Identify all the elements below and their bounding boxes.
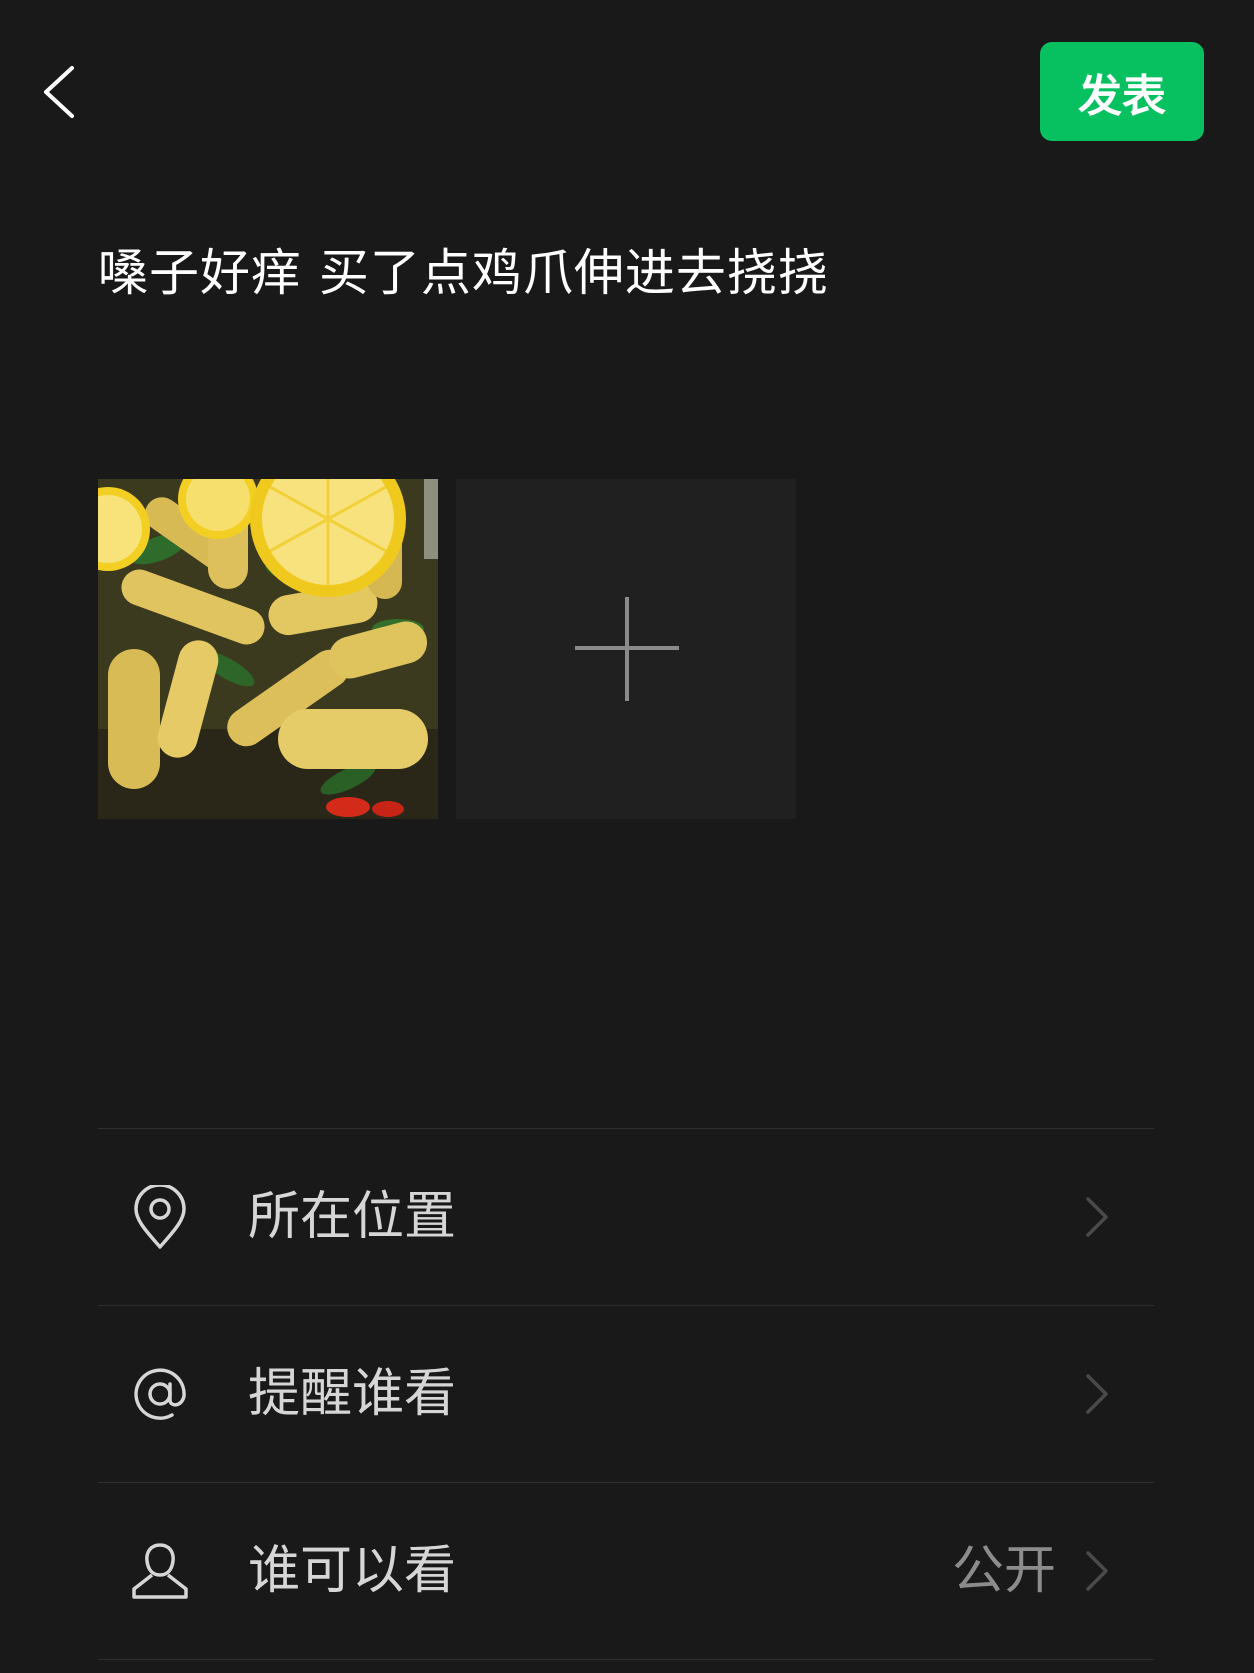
- location-pin-icon: [134, 1185, 186, 1249]
- chevron-right-icon: [1086, 1374, 1108, 1414]
- back-button[interactable]: [36, 56, 84, 128]
- photo-thumbnail[interactable]: [98, 479, 438, 819]
- divider: [98, 1659, 1154, 1660]
- mention-row[interactable]: 提醒谁看: [98, 1306, 1154, 1482]
- chicken-feet-photo: [98, 479, 438, 819]
- publish-button[interactable]: 发表: [1040, 42, 1204, 141]
- mention-label: 提醒谁看: [248, 1364, 457, 1424]
- chevron-right-icon: [1086, 1551, 1108, 1591]
- person-icon: [132, 1543, 188, 1599]
- location-row[interactable]: 所在位置: [98, 1129, 1154, 1305]
- at-icon: [134, 1368, 186, 1420]
- chevron-left-icon: [44, 66, 74, 118]
- location-label: 所在位置: [248, 1187, 457, 1247]
- post-text-input[interactable]: 嗓子好痒 买了点鸡爪伸进去挠挠: [98, 236, 829, 310]
- visibility-label: 谁可以看: [248, 1541, 457, 1601]
- chevron-right-icon: [1086, 1197, 1108, 1237]
- visibility-row[interactable]: 谁可以看 公开: [98, 1483, 1154, 1659]
- add-photo-button[interactable]: [456, 479, 796, 819]
- visibility-value: 公开: [951, 1541, 1056, 1601]
